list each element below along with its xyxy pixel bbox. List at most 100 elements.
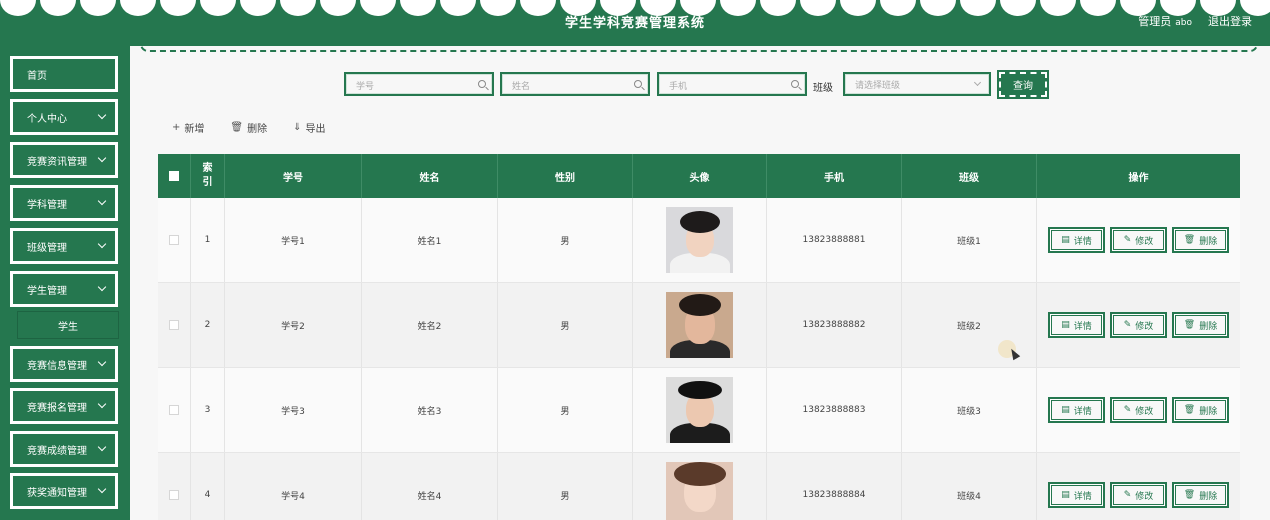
document-icon: ▤ (1061, 320, 1070, 330)
row-gender: 男 (498, 453, 633, 520)
logout-link[interactable]: 退出登录 (1208, 13, 1252, 29)
row-index: 2 (191, 283, 225, 367)
edit-button-label: 修改 (1135, 236, 1154, 247)
sidebar-item-competition-info[interactable]: 竞赛信息管理 (10, 346, 118, 382)
row-avatar-cell (633, 283, 767, 367)
row-actions: ▤ 详情 ✎ 修改 🗑 删除 (1037, 198, 1240, 282)
toolbar: + 新增 🗑 删除 ⇓ 导出 (172, 120, 325, 135)
row-avatar-cell (633, 198, 767, 282)
sidebar-item-label: 竞赛报名管理 (27, 402, 87, 414)
pencil-icon: ✎ (1123, 490, 1132, 500)
row-class: 班级1 (902, 198, 1037, 282)
row-checkbox[interactable] (169, 320, 179, 330)
row-name: 姓名4 (362, 453, 498, 520)
document-icon: ▤ (1061, 490, 1070, 500)
edit-button[interactable]: ✎ 修改 (1110, 227, 1167, 253)
row-checkbox[interactable] (169, 235, 179, 245)
search-icon (478, 80, 486, 88)
sidebar-item-label: 竞赛成绩管理 (27, 445, 87, 457)
class-select[interactable]: 请选择班级 (843, 72, 991, 96)
delete-button-label: 删除 (247, 124, 268, 135)
delete-row-button-label: 删除 (1199, 321, 1218, 332)
search-icon (634, 80, 642, 88)
sidebar-item-home[interactable]: 首页 (10, 56, 118, 92)
student-id-input[interactable] (346, 77, 492, 97)
add-button-label: 新增 (184, 124, 205, 135)
header-actions: 操作 (1128, 172, 1149, 184)
select-all-checkbox[interactable] (169, 171, 179, 181)
chevron-down-icon (97, 442, 107, 452)
add-button[interactable]: + 新增 (172, 120, 204, 135)
sidebar-item-personal-center[interactable]: 个人中心 (10, 99, 118, 135)
detail-button[interactable]: ▤ 详情 (1048, 312, 1105, 338)
edit-button-label: 修改 (1135, 406, 1154, 417)
edit-button-label: 修改 (1135, 321, 1154, 332)
sidebar-item-students[interactable]: 学生管理 (10, 271, 118, 307)
row-avatar-cell (633, 453, 767, 520)
chevron-down-icon (97, 357, 107, 367)
sidebar-item-registration[interactable]: 竞赛报名管理 (10, 388, 118, 424)
row-avatar-cell (633, 368, 767, 452)
table-header: 索引 学号 姓名 性别 头像 手机 班级 操作 (158, 154, 1240, 198)
chevron-down-icon (97, 110, 107, 120)
sidebar-item-scores[interactable]: 竞赛成绩管理 (10, 431, 118, 467)
chevron-down-icon (97, 484, 107, 494)
main-content: 班级 请选择班级 查询 + 新增 🗑 删除 ⇓ 导出 索引 学号 姓名 性别 头… (130, 42, 1270, 520)
row-actions: ▤ 详情 ✎ 修改 🗑 删除 (1037, 368, 1240, 452)
header-checkbox-cell (158, 154, 191, 198)
students-table: 索引 学号 姓名 性别 头像 手机 班级 操作 1 学号1 姓名1 男 1382 (158, 154, 1240, 520)
edit-button[interactable]: ✎ 修改 (1110, 482, 1167, 508)
row-gender: 男 (498, 368, 633, 452)
avatar (666, 377, 733, 443)
delete-row-button[interactable]: 🗑 删除 (1172, 482, 1229, 508)
username: abo (1175, 18, 1192, 28)
row-checkbox[interactable] (169, 490, 179, 500)
edit-button[interactable]: ✎ 修改 (1110, 312, 1167, 338)
delete-row-button[interactable]: 🗑 删除 (1172, 312, 1229, 338)
header-index: 索引 (191, 154, 225, 198)
pencil-icon: ✎ (1123, 320, 1132, 330)
plus-icon: + (172, 122, 181, 133)
row-name: 姓名1 (362, 198, 498, 282)
row-class: 班级4 (902, 453, 1037, 520)
sidebar-item-label: 班级管理 (27, 242, 67, 254)
user-info: 管理员 abo (1138, 13, 1192, 29)
row-student-id: 学号1 (225, 198, 362, 282)
header-student-id: 学号 (225, 154, 362, 198)
delete-row-button[interactable]: 🗑 删除 (1172, 397, 1229, 423)
name-input[interactable] (502, 77, 648, 97)
edit-button-label: 修改 (1135, 491, 1154, 502)
delete-button[interactable]: 🗑 删除 (230, 120, 267, 135)
edit-button[interactable]: ✎ 修改 (1110, 397, 1167, 423)
search-icon (791, 80, 799, 88)
sidebar-item-classes[interactable]: 班级管理 (10, 228, 118, 264)
delete-row-button-label: 删除 (1199, 406, 1218, 417)
phone-input[interactable] (659, 77, 805, 97)
row-name: 姓名2 (362, 283, 498, 367)
app-title: 学生学科竞赛管理系统 (564, 16, 705, 31)
sidebar-item-competition-news[interactable]: 竞赛资讯管理 (10, 142, 118, 178)
detail-button[interactable]: ▤ 详情 (1048, 397, 1105, 423)
user-role: 管理员 (1138, 15, 1172, 28)
detail-button[interactable]: ▤ 详情 (1048, 482, 1105, 508)
pencil-icon: ✎ (1123, 235, 1132, 245)
row-checkbox[interactable] (169, 405, 179, 415)
row-checkbox-cell (158, 283, 191, 367)
sidebar-subitem-student[interactable]: 学生 (17, 311, 119, 339)
row-index: 1 (191, 198, 225, 282)
query-button[interactable]: 查询 (997, 70, 1049, 99)
sidebar-item-award-notices[interactable]: 获奖通知管理 (10, 473, 118, 509)
trash-icon: 🗑 (230, 122, 244, 133)
sidebar-item-subjects[interactable]: 学科管理 (10, 185, 118, 221)
detail-button[interactable]: ▤ 详情 (1048, 227, 1105, 253)
download-icon: ⇓ (293, 122, 302, 133)
name-search (500, 72, 650, 97)
export-button[interactable]: ⇓ 导出 (293, 120, 325, 135)
delete-row-button[interactable]: 🗑 删除 (1172, 227, 1229, 253)
sidebar-item-label: 获奖通知管理 (27, 487, 87, 499)
detail-button-label: 详情 (1073, 321, 1092, 332)
row-index: 3 (191, 368, 225, 452)
row-checkbox-cell (158, 198, 191, 282)
document-icon: ▤ (1061, 405, 1070, 415)
header-avatar: 头像 (633, 154, 767, 198)
